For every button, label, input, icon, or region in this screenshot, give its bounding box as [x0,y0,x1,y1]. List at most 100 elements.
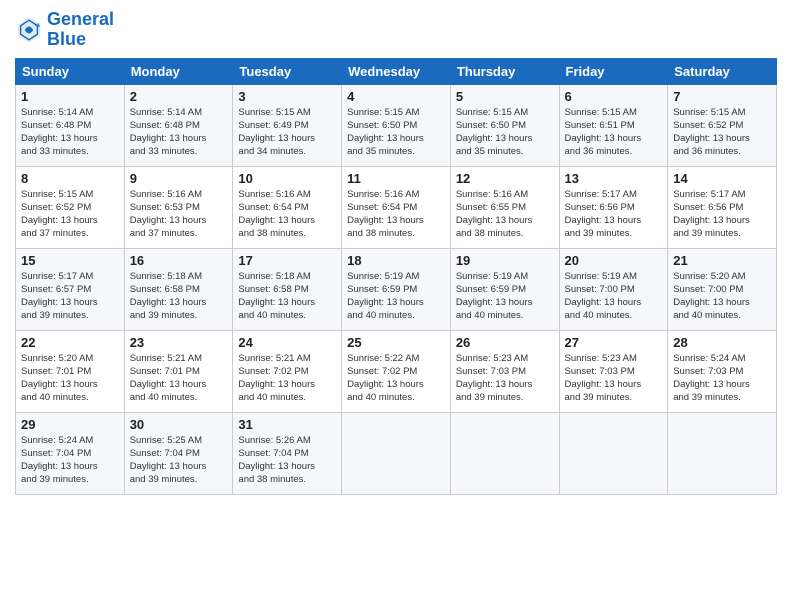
header-sunday: Sunday [16,58,125,84]
day-number: 2 [130,89,228,104]
calendar-cell [559,412,668,494]
day-number: 23 [130,335,228,350]
day-info: Sunrise: 5:15 AM Sunset: 6:52 PM Dayligh… [21,188,119,241]
day-info: Sunrise: 5:22 AM Sunset: 7:02 PM Dayligh… [347,352,445,405]
day-number: 24 [238,335,336,350]
day-number: 18 [347,253,445,268]
day-info: Sunrise: 5:14 AM Sunset: 6:48 PM Dayligh… [21,106,119,159]
day-info: Sunrise: 5:15 AM Sunset: 6:49 PM Dayligh… [238,106,336,159]
day-number: 25 [347,335,445,350]
day-number: 27 [565,335,663,350]
day-info: Sunrise: 5:17 AM Sunset: 6:56 PM Dayligh… [565,188,663,241]
calendar-week-4: 22 Sunrise: 5:20 AM Sunset: 7:01 PM Dayli… [16,330,777,412]
calendar-table: Sunday Monday Tuesday Wednesday Thursday… [15,58,777,495]
calendar-cell: 31 Sunrise: 5:26 AM Sunset: 7:04 PM Dayli… [233,412,342,494]
day-number: 9 [130,171,228,186]
day-number: 11 [347,171,445,186]
calendar-cell: 25 Sunrise: 5:22 AM Sunset: 7:02 PM Dayli… [342,330,451,412]
day-info: Sunrise: 5:15 AM Sunset: 6:52 PM Dayligh… [673,106,771,159]
calendar-cell: 26Sunrise: 5:23 AM Sunset: 7:03 PM Dayli… [450,330,559,412]
day-number: 28 [673,335,771,350]
day-number: 12 [456,171,554,186]
day-info: Sunrise: 5:21 AM Sunset: 7:02 PM Dayligh… [238,352,336,405]
day-info: Sunrise: 5:16 AM Sunset: 6:55 PM Dayligh… [456,188,554,241]
day-number: 31 [238,417,336,432]
calendar-cell: 29 Sunrise: 5:24 AM Sunset: 7:04 PM Dayli… [16,412,125,494]
calendar-cell: 3 Sunrise: 5:15 AM Sunset: 6:49 PM Daylig… [233,84,342,166]
day-info: Sunrise: 5:19 AM Sunset: 6:59 PM Dayligh… [347,270,445,323]
day-info: Sunrise: 5:20 AM Sunset: 7:01 PM Dayligh… [21,352,119,405]
calendar-cell: 19 Sunrise: 5:19 AM Sunset: 6:59 PM Dayli… [450,248,559,330]
main-container: General Blue Sunday Monday Tuesday Wedne… [0,0,792,612]
calendar-cell: 8 Sunrise: 5:15 AM Sunset: 6:52 PM Daylig… [16,166,125,248]
day-info: Sunrise: 5:24 AM Sunset: 7:04 PM Dayligh… [21,434,119,487]
day-number: 19 [456,253,554,268]
day-number: 5 [456,89,554,104]
day-number: 8 [21,171,119,186]
day-info: Sunrise: 5:19 AM Sunset: 6:59 PM Dayligh… [456,270,554,323]
calendar-cell: 27Sunrise: 5:23 AM Sunset: 7:03 PM Dayli… [559,330,668,412]
days-header-row: Sunday Monday Tuesday Wednesday Thursday… [16,58,777,84]
day-number: 20 [565,253,663,268]
day-info: Sunrise: 5:20 AM Sunset: 7:00 PM Dayligh… [673,270,771,323]
day-number: 17 [238,253,336,268]
calendar-cell [450,412,559,494]
day-info: Sunrise: 5:18 AM Sunset: 6:58 PM Dayligh… [238,270,336,323]
day-number: 4 [347,89,445,104]
day-number: 1 [21,89,119,104]
calendar-week-3: 15Sunrise: 5:17 AM Sunset: 6:57 PM Dayli… [16,248,777,330]
calendar-cell: 15Sunrise: 5:17 AM Sunset: 6:57 PM Dayli… [16,248,125,330]
calendar-cell: 1 Sunrise: 5:14 AM Sunset: 6:48 PM Daylig… [16,84,125,166]
calendar-cell: 14Sunrise: 5:17 AM Sunset: 6:56 PM Dayli… [668,166,777,248]
calendar-cell: 20 Sunrise: 5:19 AM Sunset: 7:00 PM Dayli… [559,248,668,330]
calendar-week-2: 8 Sunrise: 5:15 AM Sunset: 6:52 PM Daylig… [16,166,777,248]
header-saturday: Saturday [668,58,777,84]
day-info: Sunrise: 5:15 AM Sunset: 6:50 PM Dayligh… [347,106,445,159]
calendar-cell: 18 Sunrise: 5:19 AM Sunset: 6:59 PM Dayli… [342,248,451,330]
day-number: 16 [130,253,228,268]
day-info: Sunrise: 5:19 AM Sunset: 7:00 PM Dayligh… [565,270,663,323]
calendar-cell: 12 Sunrise: 5:16 AM Sunset: 6:55 PM Dayli… [450,166,559,248]
day-info: Sunrise: 5:16 AM Sunset: 6:54 PM Dayligh… [347,188,445,241]
header: General Blue [15,10,777,50]
logo: General Blue [15,10,114,50]
calendar-cell: 28 Sunrise: 5:24 AM Sunset: 7:03 PM Dayli… [668,330,777,412]
day-info: Sunrise: 5:21 AM Sunset: 7:01 PM Dayligh… [130,352,228,405]
day-info: Sunrise: 5:23 AM Sunset: 7:03 PM Dayligh… [456,352,554,405]
calendar-week-5: 29 Sunrise: 5:24 AM Sunset: 7:04 PM Dayli… [16,412,777,494]
day-number: 30 [130,417,228,432]
day-number: 10 [238,171,336,186]
day-info: Sunrise: 5:26 AM Sunset: 7:04 PM Dayligh… [238,434,336,487]
calendar-cell: 30Sunrise: 5:25 AM Sunset: 7:04 PM Dayli… [124,412,233,494]
calendar-cell [342,412,451,494]
calendar-week-1: 1 Sunrise: 5:14 AM Sunset: 6:48 PM Daylig… [16,84,777,166]
day-number: 3 [238,89,336,104]
day-info: Sunrise: 5:16 AM Sunset: 6:53 PM Dayligh… [130,188,228,241]
day-info: Sunrise: 5:18 AM Sunset: 6:58 PM Dayligh… [130,270,228,323]
day-number: 22 [21,335,119,350]
day-number: 15 [21,253,119,268]
calendar-cell: 11 Sunrise: 5:16 AM Sunset: 6:54 PM Dayli… [342,166,451,248]
calendar-cell: 4 Sunrise: 5:15 AM Sunset: 6:50 PM Daylig… [342,84,451,166]
header-thursday: Thursday [450,58,559,84]
calendar-cell: 13 Sunrise: 5:17 AM Sunset: 6:56 PM Dayli… [559,166,668,248]
calendar-cell: 21Sunrise: 5:20 AM Sunset: 7:00 PM Dayli… [668,248,777,330]
calendar-cell: 17 Sunrise: 5:18 AM Sunset: 6:58 PM Dayli… [233,248,342,330]
calendar-cell: 23 Sunrise: 5:21 AM Sunset: 7:01 PM Dayli… [124,330,233,412]
day-info: Sunrise: 5:24 AM Sunset: 7:03 PM Dayligh… [673,352,771,405]
calendar-cell: 24 Sunrise: 5:21 AM Sunset: 7:02 PM Dayli… [233,330,342,412]
day-number: 6 [565,89,663,104]
day-number: 29 [21,417,119,432]
day-info: Sunrise: 5:14 AM Sunset: 6:48 PM Dayligh… [130,106,228,159]
day-number: 14 [673,171,771,186]
calendar-cell: 6 Sunrise: 5:15 AM Sunset: 6:51 PM Daylig… [559,84,668,166]
header-wednesday: Wednesday [342,58,451,84]
calendar-cell: 22 Sunrise: 5:20 AM Sunset: 7:01 PM Dayli… [16,330,125,412]
calendar-cell: 16 Sunrise: 5:18 AM Sunset: 6:58 PM Dayli… [124,248,233,330]
calendar-cell [668,412,777,494]
day-info: Sunrise: 5:15 AM Sunset: 6:51 PM Dayligh… [565,106,663,159]
day-info: Sunrise: 5:16 AM Sunset: 6:54 PM Dayligh… [238,188,336,241]
logo-text: General Blue [47,10,114,50]
calendar-cell: 5Sunrise: 5:15 AM Sunset: 6:50 PM Daylig… [450,84,559,166]
day-number: 13 [565,171,663,186]
